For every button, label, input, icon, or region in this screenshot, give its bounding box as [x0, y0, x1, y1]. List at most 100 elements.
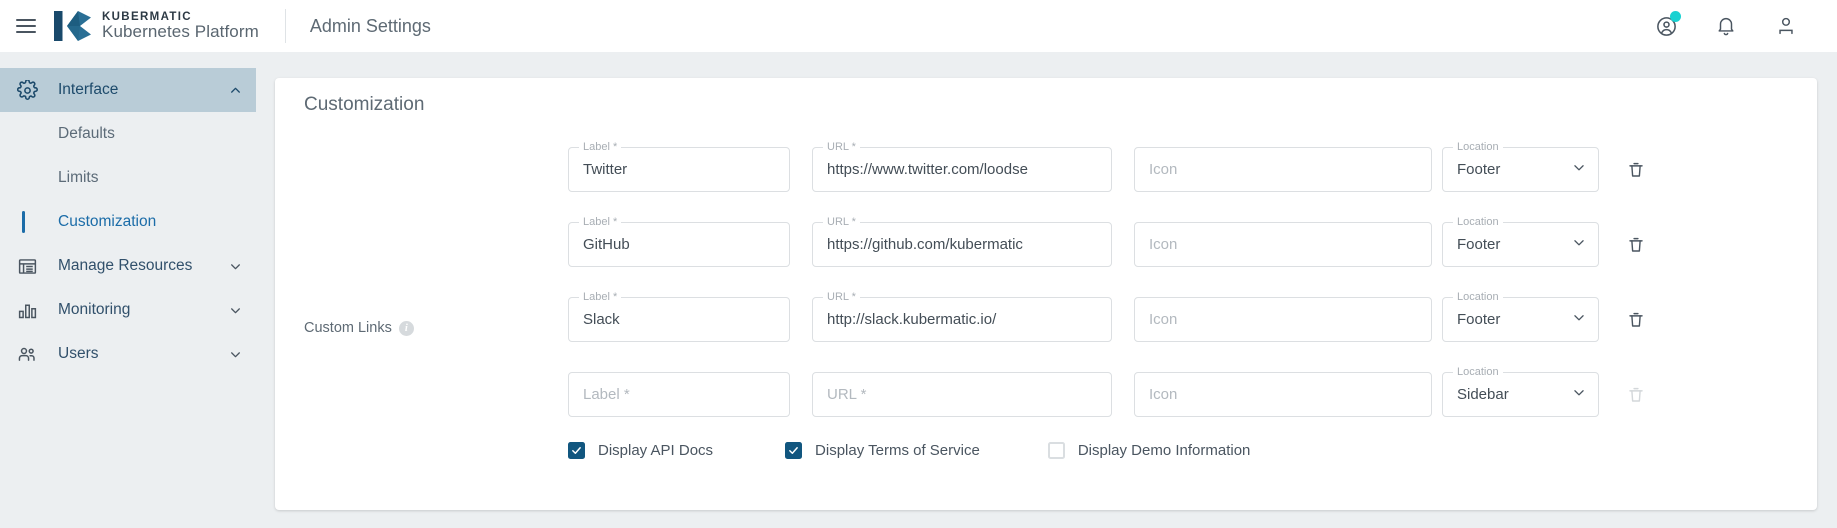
brand-tagline: Kubernetes Platform — [102, 22, 259, 42]
link-url-input[interactable]: URL * — [812, 372, 1112, 417]
sidebar-item-defaults[interactable]: Defaults — [0, 112, 256, 156]
sidebar-item-label: Manage Resources — [58, 257, 193, 274]
link-label-input[interactable]: Label * Twitter — [568, 140, 790, 192]
field-value: GitHub — [583, 236, 630, 253]
hamburger-bar — [16, 19, 36, 21]
checkbox-label: Display Demo Information — [1077, 442, 1251, 459]
field-outline — [1134, 147, 1432, 192]
sidebar-item-label: Users — [58, 345, 99, 362]
link-url-input[interactable]: URL * https://github.com/kubermatic — [812, 215, 1112, 267]
sidebar-item-limits[interactable]: Limits — [0, 156, 256, 200]
link-location-select[interactable]: Location Footer — [1442, 290, 1599, 342]
field-outline — [1134, 297, 1432, 342]
sidebar-navigation: Interface Defaults Limits Customization — [0, 52, 256, 528]
sidebar-item-users[interactable]: Users — [0, 332, 256, 376]
chevron-down-icon[interactable] — [214, 348, 256, 361]
sidebar-item-label: Interface — [58, 81, 119, 98]
brand-logo[interactable]: KUBERMATIC Kubernetes Platform — [54, 9, 259, 43]
notification-bell-icon[interactable] — [1711, 11, 1741, 41]
checkmark-icon — [572, 447, 581, 454]
page-title: Customization — [304, 94, 425, 115]
notification-badge-dot — [1670, 11, 1681, 22]
link-label-input[interactable]: Label * — [568, 372, 790, 417]
sidebar-subitem-label: Customization — [58, 213, 157, 230]
field-placeholder: URL * — [827, 386, 867, 403]
chevron-up-icon[interactable] — [214, 84, 256, 97]
delete-link-button-disabled — [1613, 372, 1659, 417]
bar-chart-icon — [10, 300, 44, 321]
sidebar-subitem-label: Limits — [58, 169, 99, 186]
gear-icon — [10, 79, 44, 101]
chevron-down-icon[interactable] — [214, 260, 256, 273]
field-value: Slack — [583, 311, 620, 328]
link-location-select[interactable]: Location Footer — [1442, 140, 1599, 192]
sidebar-item-manage-resources[interactable]: Manage Resources — [0, 244, 256, 288]
topbar-actions — [1651, 11, 1837, 41]
checkbox-box — [568, 442, 585, 459]
custom-links-rows: Label * Twitter URL * https://www.twitte… — [568, 132, 1659, 432]
chevron-down-icon — [1572, 235, 1586, 254]
checkbox-display-api-docs[interactable]: Display API Docs — [568, 442, 713, 459]
field-value: http://slack.kubermatic.io/ — [827, 311, 997, 328]
field-value: Footer — [1457, 236, 1501, 253]
field-outline — [1134, 222, 1432, 267]
sidebar-item-label: Monitoring — [58, 301, 131, 318]
delete-link-button[interactable] — [1613, 147, 1659, 192]
checkbox-box — [1047, 442, 1065, 459]
chevron-down-icon[interactable] — [214, 304, 256, 317]
link-url-input[interactable]: URL * http://slack.kubermatic.io/ — [812, 290, 1112, 342]
field-placeholder: Icon — [1149, 161, 1178, 178]
delete-link-button[interactable] — [1613, 297, 1659, 342]
kubermatic-logo-icon — [54, 11, 91, 41]
sidebar-item-monitoring[interactable]: Monitoring — [0, 288, 256, 332]
delete-link-button[interactable] — [1613, 222, 1659, 267]
active-indicator-bar — [22, 211, 25, 233]
checkbox-display-terms-of-service[interactable]: Display Terms of Service — [785, 442, 980, 459]
link-icon-input[interactable]: Icon — [1134, 297, 1432, 342]
link-icon-input[interactable]: Icon — [1134, 222, 1432, 267]
hamburger-menu-icon[interactable] — [0, 0, 52, 52]
custom-link-row: Label * Twitter URL * https://www.twitte… — [568, 132, 1659, 207]
link-label-input[interactable]: Label * Slack — [568, 290, 790, 342]
trash-delete-icon — [1629, 237, 1643, 252]
customization-card: Customization Custom Links i Label * Twi… — [275, 78, 1817, 510]
link-location-select[interactable]: Location Sidebar — [1442, 365, 1599, 417]
hamburger-bar — [16, 25, 36, 27]
custom-link-row: Label * GitHub URL * https://github.com/… — [568, 207, 1659, 282]
top-app-bar: KUBERMATIC Kubernetes Platform Admin Set… — [0, 0, 1837, 52]
field-value: https://www.twitter.com/loodse — [827, 161, 1028, 178]
chevron-down-icon — [1572, 310, 1586, 329]
field-value: Twitter — [583, 161, 628, 178]
field-placeholder: Label * — [583, 386, 630, 403]
checkbox-display-demo-information[interactable]: Display Demo Information — [1047, 442, 1251, 459]
sidebar-item-interface[interactable]: Interface — [0, 68, 256, 112]
chevron-down-icon — [1572, 160, 1586, 179]
chevron-down-icon — [1572, 385, 1586, 404]
custom-link-row: Label * Slack URL * http://slack.kuberma… — [568, 282, 1659, 357]
user-account-icon[interactable] — [1771, 11, 1801, 41]
checkbox-box — [785, 442, 803, 459]
custom-links-field-label: Custom Links i — [304, 320, 414, 336]
page-context-title: Admin Settings — [309, 15, 431, 36]
display-options-group: Display API Docs Display Terms of Servic… — [568, 442, 1250, 459]
link-location-select[interactable]: Location Footer — [1442, 215, 1599, 267]
link-icon-input[interactable]: Icon — [1134, 372, 1432, 417]
link-icon-input[interactable]: Icon — [1134, 147, 1432, 192]
checkmark-icon — [789, 447, 798, 454]
field-placeholder: Icon — [1149, 311, 1178, 328]
field-placeholder: Icon — [1149, 236, 1178, 253]
sidebar-item-customization[interactable]: Customization — [0, 200, 256, 244]
link-label-input[interactable]: Label * GitHub — [568, 215, 790, 267]
custom-links-label-text: Custom Links — [304, 320, 392, 336]
field-outline — [1134, 372, 1432, 417]
trash-delete-icon — [1629, 162, 1643, 177]
checkbox-label: Display API Docs — [598, 442, 714, 459]
info-icon[interactable]: i — [398, 320, 414, 336]
link-url-input[interactable]: URL * https://www.twitter.com/loodse — [812, 140, 1112, 192]
trash-delete-icon — [1629, 387, 1643, 402]
checkbox-label: Display Terms of Service — [815, 442, 980, 459]
help-support-icon[interactable] — [1651, 11, 1681, 41]
list-table-icon — [10, 256, 44, 277]
users-group-icon — [10, 344, 44, 365]
field-value: Footer — [1457, 161, 1501, 178]
